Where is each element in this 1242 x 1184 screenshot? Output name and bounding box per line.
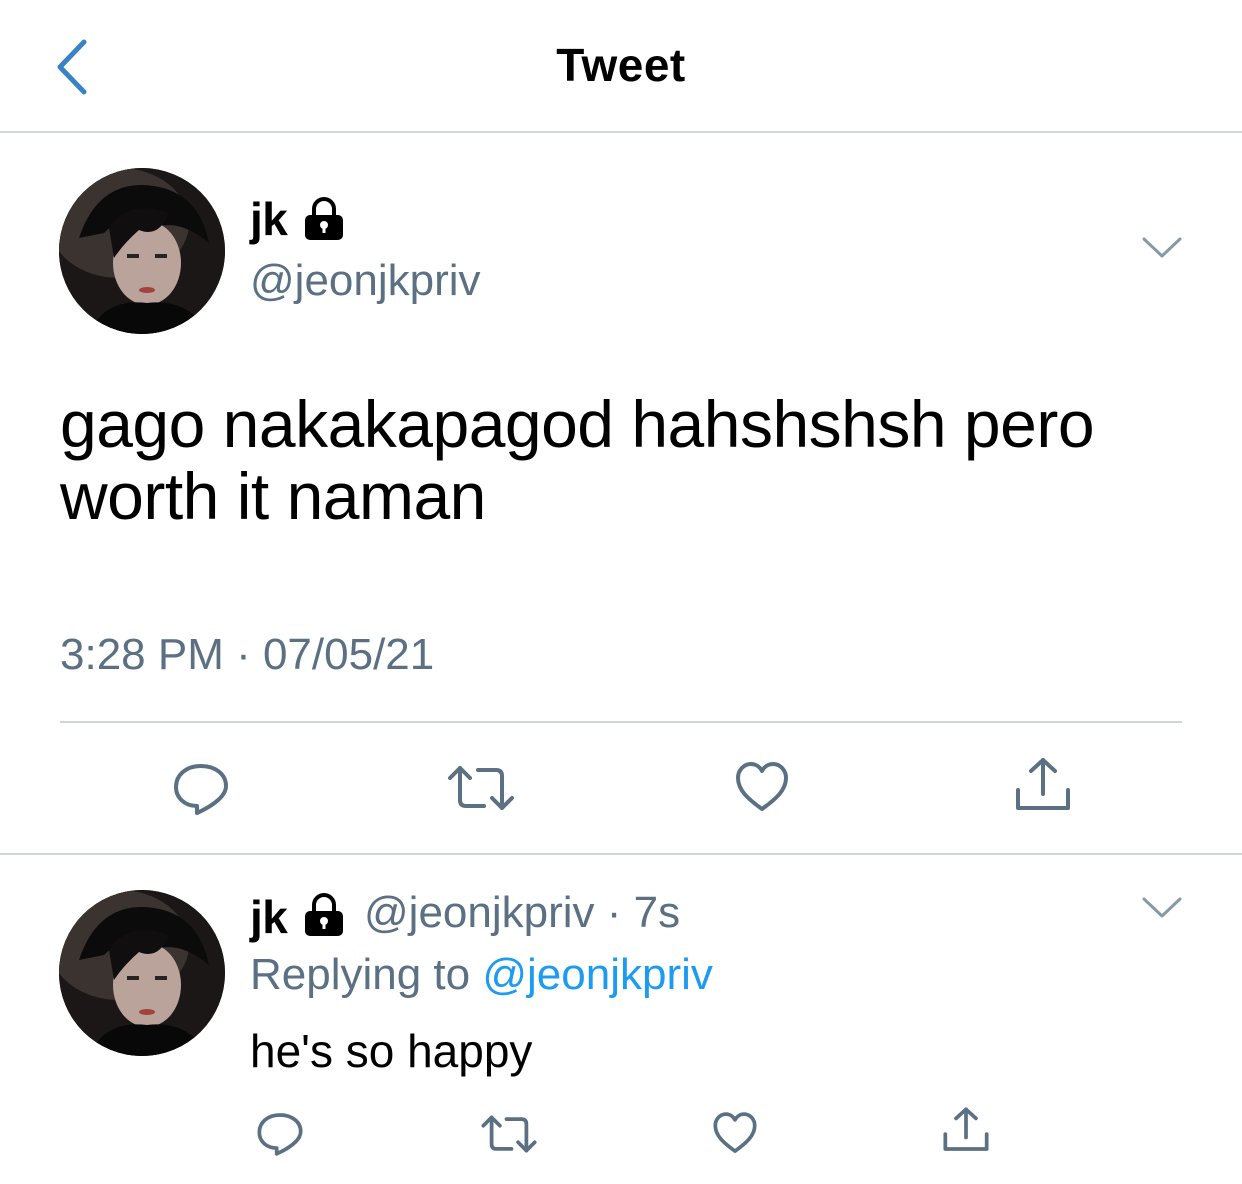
tweet-divider	[0, 853, 1242, 855]
share-icon	[943, 1107, 989, 1151]
reply-more-options-button[interactable]	[1140, 892, 1184, 927]
reply-button[interactable]	[172, 760, 230, 823]
reply-retweet-button[interactable]	[480, 1112, 538, 1161]
chevron-down-icon	[1142, 237, 1182, 258]
tweet-detail-screen: Tweet jk @jeonjkpriv gago nakakapagod ha…	[0, 0, 1242, 1184]
retweet-icon	[448, 766, 514, 810]
tweet-text-line: gago nakakapagod hahshshsh pero	[60, 387, 1095, 461]
retweet-icon	[481, 1115, 537, 1153]
author-display-name[interactable]: jk	[250, 192, 288, 246]
author-handle[interactable]: @jeonjkpriv	[250, 256, 481, 306]
like-icon	[736, 762, 788, 811]
replying-to-prefix: Replying to	[250, 950, 483, 999]
reply-like-button[interactable]	[712, 1110, 758, 1161]
reply-icon	[174, 764, 228, 815]
lock-icon	[305, 197, 343, 240]
tweet-text: gago nakakapagod hahshshsh pero worth it…	[60, 388, 1200, 532]
replying-to-label: Replying to @jeonjkpriv	[250, 950, 713, 1000]
reply-author-display-name[interactable]: jk	[250, 890, 288, 944]
retweet-button[interactable]	[446, 762, 516, 819]
top-navigation-bar: Tweet	[0, 0, 1242, 133]
chevron-down-icon	[1142, 897, 1182, 918]
tweet-text-line: worth it naman	[60, 459, 486, 533]
avatar-photo	[59, 890, 225, 1056]
lock-icon	[305, 893, 343, 936]
like-icon	[713, 1112, 757, 1153]
action-bar-divider	[60, 721, 1182, 723]
header-divider	[0, 131, 1242, 133]
reply-author-handle-time[interactable]: @jeonjkpriv · 7s	[364, 888, 680, 938]
reply-author-avatar[interactable]	[59, 890, 225, 1056]
author-avatar[interactable]	[59, 168, 225, 334]
replying-to-mention[interactable]: @jeonjkpriv	[482, 950, 713, 999]
share-button[interactable]	[1014, 756, 1072, 819]
reply-reply-button[interactable]	[256, 1110, 304, 1163]
reply-text: he's so happy	[250, 1025, 533, 1077]
share-icon	[1016, 758, 1070, 810]
tweet-timestamp[interactable]: 3:28 PM · 07/05/21	[60, 630, 434, 680]
reply-share-button[interactable]	[942, 1106, 990, 1159]
like-button[interactable]	[734, 760, 790, 819]
avatar-photo	[59, 168, 225, 334]
more-options-button[interactable]	[1140, 232, 1184, 267]
page-title: Tweet	[556, 39, 686, 91]
reply-icon	[257, 1113, 303, 1156]
